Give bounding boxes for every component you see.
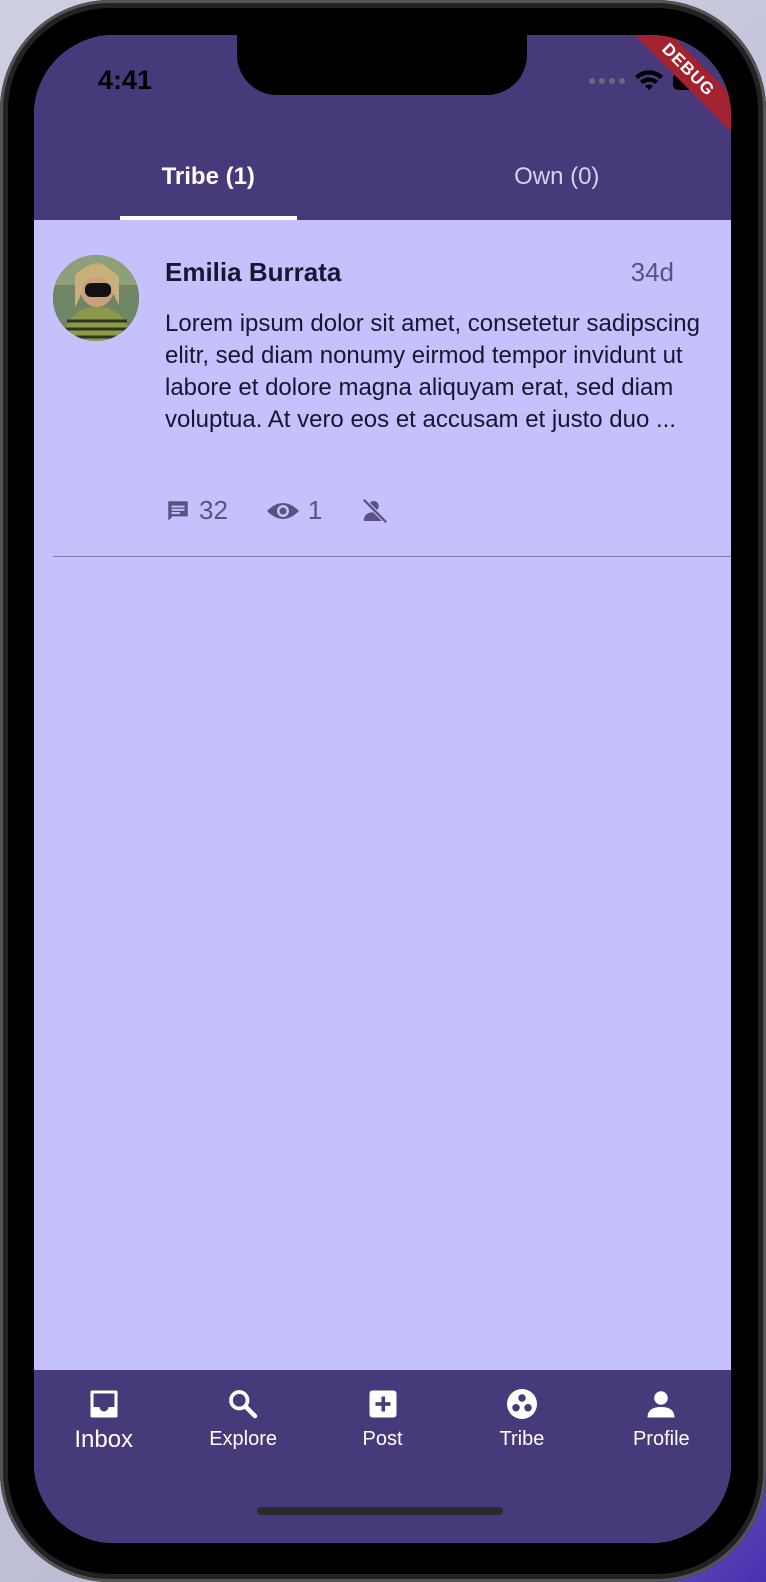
person-icon <box>643 1386 679 1422</box>
screen: 4:41 DEBUG Tribe (1) Own (0) Emilia Burr… <box>34 35 731 1543</box>
app-bar: 4:41 DEBUG Tribe (1) Own (0) <box>34 35 731 220</box>
bottom-navigation: Inbox Explore Post Tribe Profile <box>34 1370 731 1543</box>
tab-tribe[interactable]: Tribe (1) <box>34 145 383 220</box>
search-icon <box>225 1386 261 1422</box>
nav-profile-label: Profile <box>632 1428 690 1450</box>
tab-own[interactable]: Own (0) <box>383 145 732 220</box>
list-item[interactable]: Emilia Burrata 34d Lorem ipsum dolor sit… <box>53 220 731 557</box>
nav-inbox-label: Inbox <box>74 1426 134 1453</box>
comment-count: 32 <box>165 495 228 526</box>
status-time: 4:41 <box>98 65 153 95</box>
tab-tribe-label: Tribe (1) <box>161 162 255 190</box>
post-author: Emilia Burrata <box>165 257 342 287</box>
comment-icon <box>165 498 191 524</box>
home-indicator[interactable] <box>257 1507 503 1515</box>
nav-tribe[interactable]: Tribe <box>452 1370 591 1480</box>
nav-inbox[interactable]: Inbox <box>34 1370 173 1480</box>
notch <box>237 35 527 95</box>
wifi-icon <box>635 70 663 92</box>
tribe-icon <box>504 1386 540 1422</box>
cellular-signal-icon <box>589 78 625 84</box>
nav-post[interactable]: Post <box>313 1370 452 1480</box>
nav-explore[interactable]: Explore <box>173 1370 312 1480</box>
nav-profile[interactable]: Profile <box>592 1370 731 1480</box>
add-box-icon <box>365 1386 401 1422</box>
view-count-value: 1 <box>307 495 323 525</box>
comment-count-value: 32 <box>199 495 228 525</box>
avatar[interactable] <box>53 255 139 341</box>
tab-bar: Tribe (1) Own (0) <box>34 145 731 220</box>
post-meta: 32 1 <box>165 495 420 526</box>
nav-post-label: Post <box>362 1428 403 1450</box>
inbox-icon <box>86 1386 122 1422</box>
post-body: Lorem ipsum dolor sit amet, consetetur s… <box>165 310 700 433</box>
person-off-icon <box>360 496 390 526</box>
view-count: 1 <box>266 495 322 526</box>
nav-tribe-label: Tribe <box>499 1428 545 1450</box>
tab-own-label: Own (0) <box>514 162 600 190</box>
nav-explore-label: Explore <box>209 1428 278 1450</box>
post-age: 34d <box>630 257 674 287</box>
phone-frame: 4:41 DEBUG Tribe (1) Own (0) Emilia Burr… <box>0 0 766 1582</box>
post-list: Emilia Burrata 34d Lorem ipsum dolor sit… <box>34 220 731 557</box>
eye-icon <box>266 498 300 524</box>
anonymous-indicator <box>360 496 390 526</box>
